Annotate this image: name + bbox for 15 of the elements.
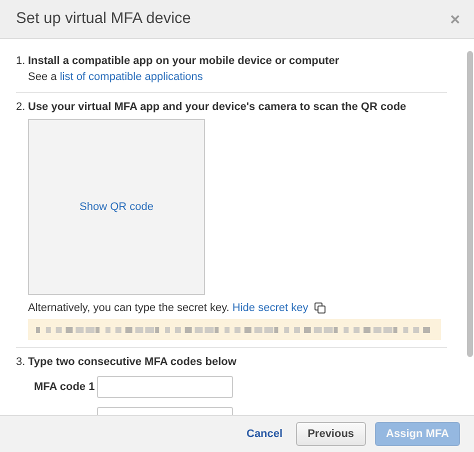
step-heading: Type two consecutive MFA codes below [28, 355, 238, 370]
step-number: 2. [16, 100, 25, 115]
apps-link[interactable]: list of compatible applications [60, 71, 203, 84]
cancel-link[interactable]: Cancel [242, 426, 287, 442]
step-heading: Use your virtual MFA app and your device's camera to scan the QR code [28, 100, 408, 114]
step-heading: Install a compatible app on your mobile device or computer [28, 54, 340, 68]
step-number: 1. [16, 54, 25, 69]
previous-button[interactable]: Previous [296, 422, 366, 446]
step-number: 3. [16, 355, 25, 370]
field-label: MFA code 1 [33, 380, 96, 395]
show-qr-link[interactable]: Show QR code [80, 200, 154, 214]
secret-key-text: Alternatively, you can type the secret key. Hide secret key [28, 300, 308, 316]
hide-key-link[interactable]: Hide secret key [232, 302, 308, 314]
step-note: See a list of compatible applications [28, 70, 204, 85]
dialog-title: Set up virtual MFA device [16, 8, 191, 29]
